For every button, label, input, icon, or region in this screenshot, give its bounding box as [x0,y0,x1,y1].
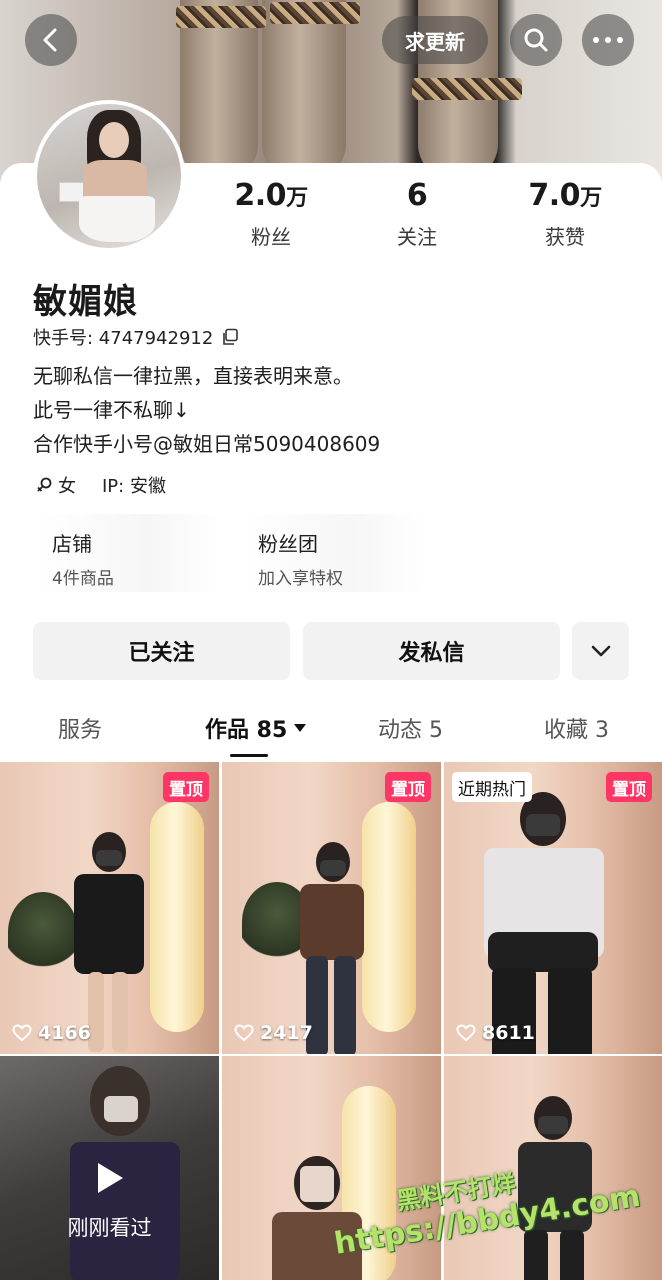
chevron-down-icon [591,645,610,657]
back-button[interactable] [25,14,77,66]
kuaishou-id: 快手号: 4747942912 [33,324,239,350]
cover-photo-part [270,2,360,24]
back-icon [43,28,57,52]
stat-label: 关注 [397,225,437,249]
tab-label: 服务 [58,718,103,743]
fan-club-subtitle: 加入享特权 [258,569,343,589]
kuaishou-id-text: 快手号: 4747942912 [33,328,214,349]
like-count: 4166 [12,1022,91,1044]
copy-icon[interactable] [221,328,239,346]
more-button[interactable] [582,14,634,66]
pinned-badge: 置顶 [163,772,209,802]
tab-works[interactable]: 作品 85 [205,712,307,744]
avatar-photo-part [83,160,147,200]
video-card[interactable]: 刚刚看过 [0,1056,219,1280]
shop-entry[interactable]: 店铺 4件商品 [38,514,220,592]
caret-down-icon [294,724,307,732]
gender-label: 女 [58,476,76,497]
fan-club-entry[interactable]: 粉丝团 加入享特权 [244,514,426,592]
send-message-button[interactable]: 发私信 [303,622,560,680]
like-count-value: 4166 [38,1022,91,1044]
followed-button[interactable]: 已关注 [33,622,290,680]
stat-value: 7.0万 [528,178,602,213]
thumbnail-detail [362,802,416,1032]
bio-line: 无聊私信一律拉黑，直接表明来意。 [33,364,353,388]
ip-tag: IP: 安徽 [102,472,166,498]
profile-page: 求更新 2.0万 粉丝 6 关注 7.0万 获赞 敏媚娘 快手号: 474794… [0,0,662,1280]
stat-likes[interactable]: 7.0万 获赞 [505,178,625,250]
avatar-photo-part [99,122,129,158]
search-button[interactable] [510,14,562,66]
cover-photo-part [262,0,346,180]
avatar[interactable] [33,100,185,252]
video-card[interactable]: 近期热门 置顶 8611 [444,762,662,1054]
search-icon [524,28,548,52]
tab-services[interactable]: 服务 [58,712,102,744]
profile-tabs: 服务 作品 85 动态 5 收藏 3 [0,712,662,752]
trending-tag: 近期热门 [452,772,532,802]
recently-watched-label: 刚刚看过 [67,1216,152,1240]
request-update-label: 求更新 [405,29,465,54]
tab-label: 作品 85 [205,718,288,743]
stat-following[interactable]: 6 关注 [357,178,477,250]
like-count: 8611 [456,1022,535,1044]
tab-moments[interactable]: 动态 5 [378,712,443,744]
stat-value: 6 [406,178,428,213]
request-update-button[interactable]: 求更新 [382,16,488,64]
tab-label: 动态 5 [378,718,443,743]
heart-icon [234,1024,254,1042]
heart-icon [12,1024,32,1042]
video-card[interactable]: 置顶 4166 [0,762,219,1054]
more-actions-button[interactable] [572,622,629,680]
like-count-value: 2417 [260,1022,313,1044]
cover-photo-part [176,6,266,28]
thumbnail-detail [8,892,78,972]
ip-label: IP: 安徽 [102,476,166,497]
thumbnail-detail [150,802,204,1032]
send-message-label: 发私信 [398,641,465,666]
pinned-badge: 置顶 [606,772,652,802]
like-count: 2417 [234,1022,313,1044]
shop-subtitle: 4件商品 [52,569,114,589]
gender-tag: 女 [36,472,76,498]
profile-name: 敏媚娘 [33,282,138,322]
avatar-photo [37,104,181,248]
more-icon [593,37,623,43]
avatar-photo-part [79,196,155,242]
followed-label: 已关注 [128,641,195,666]
tab-label: 收藏 3 [544,718,609,743]
heart-icon [456,1024,476,1042]
pinned-badge: 置顶 [385,772,431,802]
shop-title: 店铺 [52,532,92,556]
fan-club-title: 粉丝团 [258,532,318,556]
stat-fans[interactable]: 2.0万 粉丝 [211,178,331,250]
profile-tags: 女 IP: 安徽 [36,472,166,498]
stat-label: 粉丝 [251,225,291,249]
play-icon [98,1163,123,1193]
bio-line: 此号一律不私聊↓ [33,398,190,422]
like-count-value: 8611 [482,1022,535,1044]
video-card[interactable]: 置顶 2417 [222,762,441,1054]
stat-value: 2.0万 [234,178,308,213]
tab-favorites[interactable]: 收藏 3 [544,712,609,744]
cover-photo-part [412,78,522,100]
bio-line[interactable]: 合作快手小号@敏姐日常5090408609 [33,428,380,457]
stat-label: 获赞 [545,225,585,249]
female-icon [37,477,52,492]
active-tab-indicator [230,754,268,757]
